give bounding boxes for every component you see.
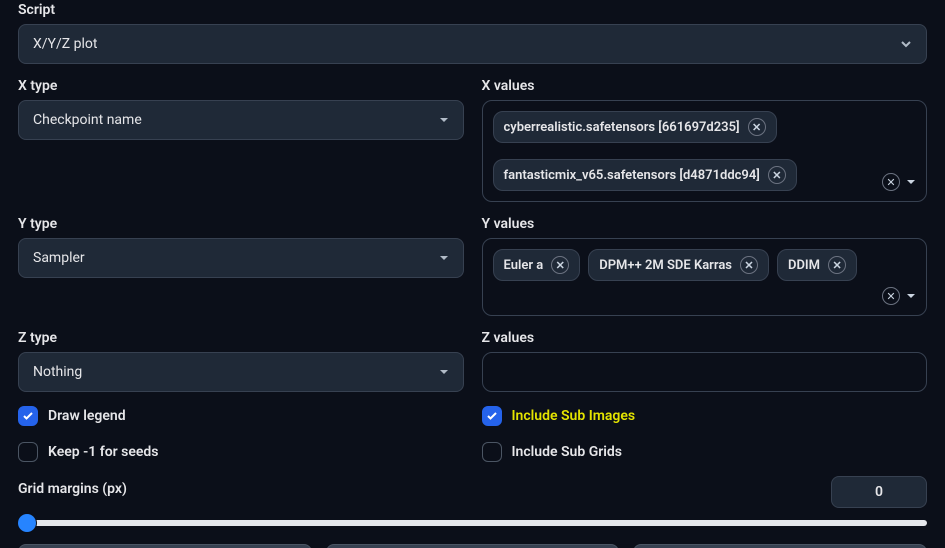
z-type-select[interactable]: Nothing	[18, 352, 464, 392]
y-chip-1[interactable]: DPM++ 2M SDE Karras ✕	[588, 249, 769, 281]
include-sub-grids-label: Include Sub Grids	[512, 444, 623, 460]
close-icon[interactable]: ✕	[748, 118, 766, 136]
x-type-value: Checkpoint name	[33, 112, 439, 128]
chevron-down-icon	[439, 115, 449, 125]
script-label: Script	[18, 2, 927, 18]
y-type-select[interactable]: Sampler	[18, 238, 464, 278]
margins-value[interactable]: 0	[831, 476, 927, 508]
y-type-label: Y type	[18, 216, 464, 232]
include-sub-images-checkbox[interactable]: Include Sub Images	[482, 406, 928, 426]
y-chip-1-text: DPM++ 2M SDE Karras	[599, 258, 732, 273]
slider-thumb[interactable]	[18, 514, 36, 532]
y-chip-0-text: Euler a	[504, 258, 544, 273]
check-icon	[482, 406, 502, 426]
keep-seeds-checkbox[interactable]: Keep -1 for seeds	[18, 442, 464, 462]
chevron-down-icon	[439, 253, 449, 263]
draw-legend-checkbox[interactable]: Draw legend	[18, 406, 464, 426]
check-icon	[18, 406, 38, 426]
draw-legend-label: Draw legend	[48, 408, 126, 424]
y-values-label: Y values	[482, 216, 928, 232]
close-icon[interactable]: ✕	[551, 256, 569, 274]
slider-track	[18, 520, 927, 526]
chevron-down-icon[interactable]	[906, 177, 916, 187]
x-chip-0[interactable]: cyberrealistic.safetensors [661697d235] …	[493, 111, 777, 143]
chevron-down-icon[interactable]	[906, 291, 916, 301]
x-chip-1[interactable]: fantasticmix_v65.safetensors [d4871ddc94…	[493, 159, 797, 191]
x-type-select[interactable]: Checkpoint name	[18, 100, 464, 140]
keep-seeds-label: Keep -1 for seeds	[48, 444, 159, 460]
script-select[interactable]: X/Y/Z plot	[18, 24, 927, 64]
clear-all-icon[interactable]: ✕	[882, 287, 900, 305]
script-value: X/Y/Z plot	[33, 36, 900, 52]
margins-label: Grid margins (px)	[18, 481, 819, 497]
x-type-label: X type	[18, 78, 464, 94]
close-icon[interactable]: ✕	[828, 256, 846, 274]
checkbox-empty-icon	[482, 442, 502, 462]
include-sub-grids-checkbox[interactable]: Include Sub Grids	[482, 442, 928, 462]
swap-yz-button[interactable]: Swap Y/Z axes	[326, 544, 620, 548]
z-values-label: Z values	[482, 330, 928, 346]
x-chip-1-text: fantasticmix_v65.safetensors [d4871ddc94…	[504, 168, 760, 183]
y-type-value: Sampler	[33, 250, 439, 266]
y-values-box[interactable]: Euler a ✕ DPM++ 2M SDE Karras ✕ DDIM ✕ ✕	[482, 238, 928, 316]
checkbox-empty-icon	[18, 442, 38, 462]
close-icon[interactable]: ✕	[740, 256, 758, 274]
swap-xz-button[interactable]: Swap X/Z axes	[633, 544, 927, 548]
swap-xy-button[interactable]: Swap X/Y axes	[18, 544, 312, 548]
chevron-down-icon	[900, 38, 912, 50]
x-values-box[interactable]: cyberrealistic.safetensors [661697d235] …	[482, 100, 928, 202]
close-icon[interactable]: ✕	[768, 166, 786, 184]
chevron-down-icon	[439, 367, 449, 377]
y-chip-0[interactable]: Euler a ✕	[493, 249, 581, 281]
y-chip-2[interactable]: DDIM ✕	[777, 249, 857, 281]
x-chip-0-text: cyberrealistic.safetensors [661697d235]	[504, 120, 740, 135]
z-type-label: Z type	[18, 330, 464, 346]
margins-slider[interactable]	[18, 520, 927, 526]
clear-all-icon[interactable]: ✕	[882, 173, 900, 191]
y-chip-2-text: DDIM	[788, 258, 820, 273]
z-values-input[interactable]	[482, 352, 928, 392]
x-values-label: X values	[482, 78, 928, 94]
include-sub-images-label: Include Sub Images	[512, 408, 636, 424]
z-type-value: Nothing	[33, 364, 439, 380]
